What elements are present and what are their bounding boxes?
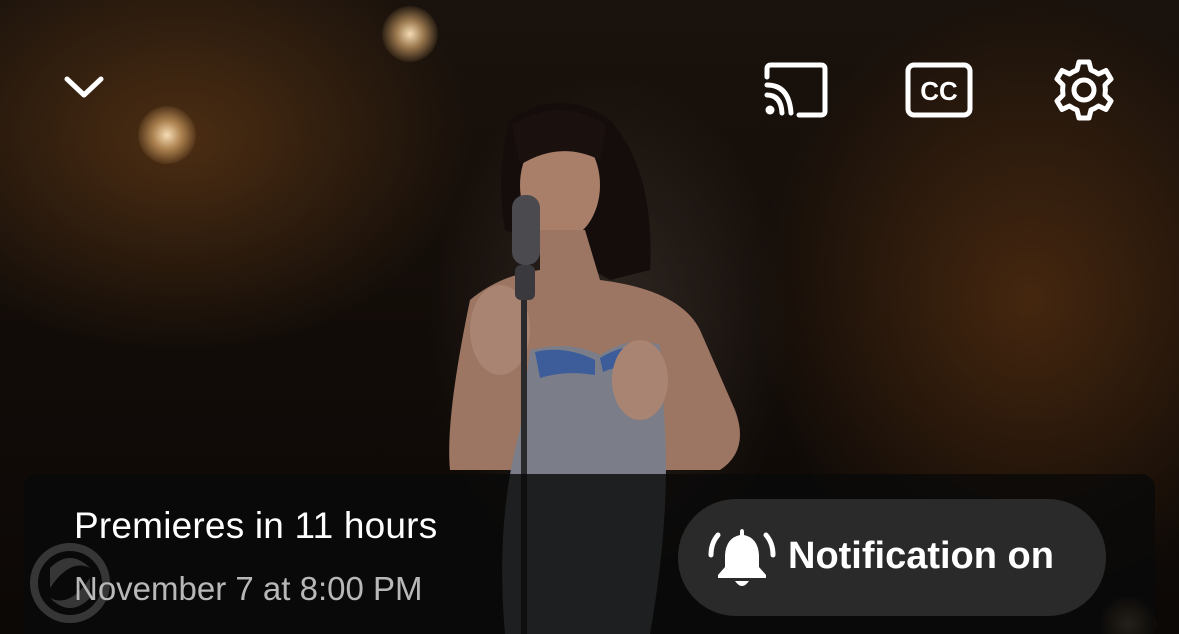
video-player[interactable]: CC Premieres in 11 hours November 7 at 8… [0,0,1179,634]
captions-button[interactable]: CC [902,58,976,122]
bell-ringing-icon [708,529,776,586]
notification-label: Notification on [788,535,1054,577]
premiere-countdown: Premieres in 11 hours [74,505,438,546]
gear-icon [1054,59,1114,121]
collapse-button[interactable] [54,56,114,116]
settings-button[interactable] [1048,54,1120,126]
cast-button[interactable] [756,56,832,122]
chevron-down-icon [64,76,104,98]
notification-button[interactable]: Notification on [678,499,1106,616]
svg-text:CC: CC [920,76,958,106]
closed-captions-icon: CC [905,62,973,118]
cast-icon [764,62,828,118]
premiere-date: November 7 at 8:00 PM [74,570,423,607]
